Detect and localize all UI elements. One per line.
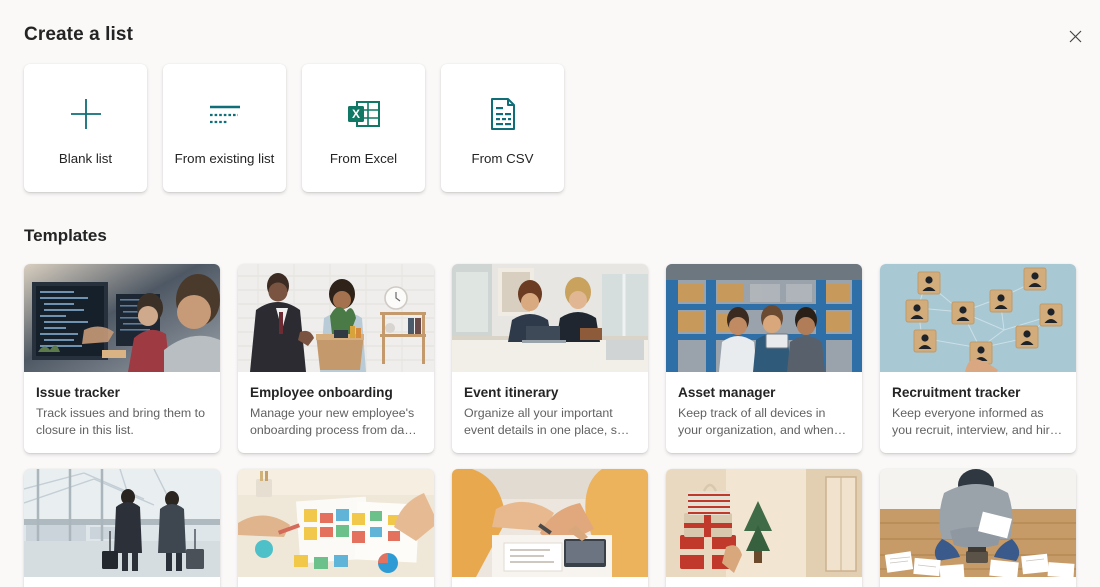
templates-heading: Templates bbox=[24, 226, 107, 245]
template-thumbnail bbox=[880, 469, 1076, 577]
template-body: Employee onboarding Manage your new empl… bbox=[238, 372, 434, 453]
template-card[interactable]: Recruitment tracker Keep everyone inform… bbox=[880, 264, 1076, 453]
template-thumbnail bbox=[452, 469, 648, 577]
create-option-label: Blank list bbox=[58, 150, 113, 166]
template-card[interactable]: Travel requests bbox=[24, 469, 220, 587]
template-card[interactable]: Issue tracker Track issues and bring the… bbox=[24, 264, 220, 453]
template-body: Work progress tracker bbox=[238, 577, 434, 587]
template-card[interactable]: Event itinerary Organize all your import… bbox=[452, 264, 648, 453]
create-a-list-dialog: Create a list Blank list From existing l… bbox=[0, 0, 1100, 587]
template-name: Asset manager bbox=[678, 385, 776, 400]
dialog-title: Create a list bbox=[24, 24, 134, 45]
template-thumbnail bbox=[238, 264, 434, 372]
create-option-from-excel[interactable]: X From Excel bbox=[302, 64, 425, 192]
template-name: Employee onboarding bbox=[250, 385, 393, 400]
create-option-from-existing-list[interactable]: From existing list bbox=[163, 64, 286, 192]
template-name: Event itinerary bbox=[464, 385, 559, 400]
create-option-label: From existing list bbox=[174, 150, 275, 166]
template-body: Asset manager Keep track of all devices … bbox=[666, 372, 862, 453]
template-card[interactable]: Employee onboarding Manage your new empl… bbox=[238, 264, 434, 453]
template-body: Event itinerary Organize all your import… bbox=[452, 372, 648, 453]
template-description: Keep everyone informed as you recruit, i… bbox=[892, 406, 1057, 437]
plus-icon bbox=[66, 91, 106, 137]
template-description: Keep track of all devices in your organi… bbox=[678, 406, 834, 437]
create-option-label: From Excel bbox=[329, 150, 398, 166]
csv-document-icon bbox=[483, 91, 523, 137]
svg-text:X: X bbox=[351, 107, 359, 121]
template-card[interactable]: Work progress tracker bbox=[238, 469, 434, 587]
template-body: Issue tracker Track issues and bring the… bbox=[24, 372, 220, 453]
template-thumbnail bbox=[452, 264, 648, 372]
template-thumbnail bbox=[666, 469, 862, 577]
create-option-label: From CSV bbox=[471, 150, 534, 166]
template-name: Issue tracker bbox=[36, 385, 120, 400]
template-thumbnail bbox=[238, 469, 434, 577]
excel-icon: X bbox=[344, 91, 384, 137]
create-options-row: Blank list From existing list X From Exc… bbox=[24, 64, 564, 192]
template-card[interactable]: Gift ideas bbox=[666, 469, 862, 587]
create-option-blank-list[interactable]: Blank list bbox=[24, 64, 147, 192]
template-card[interactable]: Expense tracker bbox=[880, 469, 1076, 587]
template-description: Track issues and bring them to closure i… bbox=[36, 406, 205, 437]
template-description: Organize all your important event detail… bbox=[464, 406, 624, 437]
template-thumbnail bbox=[24, 469, 220, 577]
close-button[interactable] bbox=[1060, 21, 1090, 51]
template-body: Recruitment tracker Keep everyone inform… bbox=[880, 372, 1076, 453]
template-body: Content scheduler bbox=[452, 577, 648, 587]
template-card[interactable]: Content scheduler bbox=[452, 469, 648, 587]
template-name: Recruitment tracker bbox=[892, 385, 1021, 400]
template-body: Gift ideas bbox=[666, 577, 862, 587]
templates-grid: Issue tracker Track issues and bring the… bbox=[24, 264, 1076, 587]
list-lines-icon bbox=[205, 91, 245, 137]
template-thumbnail bbox=[24, 264, 220, 372]
template-description: Manage your new employee's onboarding pr… bbox=[250, 406, 415, 437]
close-icon bbox=[1069, 30, 1082, 43]
template-card[interactable]: Asset manager Keep track of all devices … bbox=[666, 264, 862, 453]
template-body: Travel requests bbox=[24, 577, 220, 587]
create-option-from-csv[interactable]: From CSV bbox=[441, 64, 564, 192]
template-thumbnail bbox=[880, 264, 1076, 372]
template-thumbnail bbox=[666, 264, 862, 372]
template-body: Expense tracker bbox=[880, 577, 1076, 587]
